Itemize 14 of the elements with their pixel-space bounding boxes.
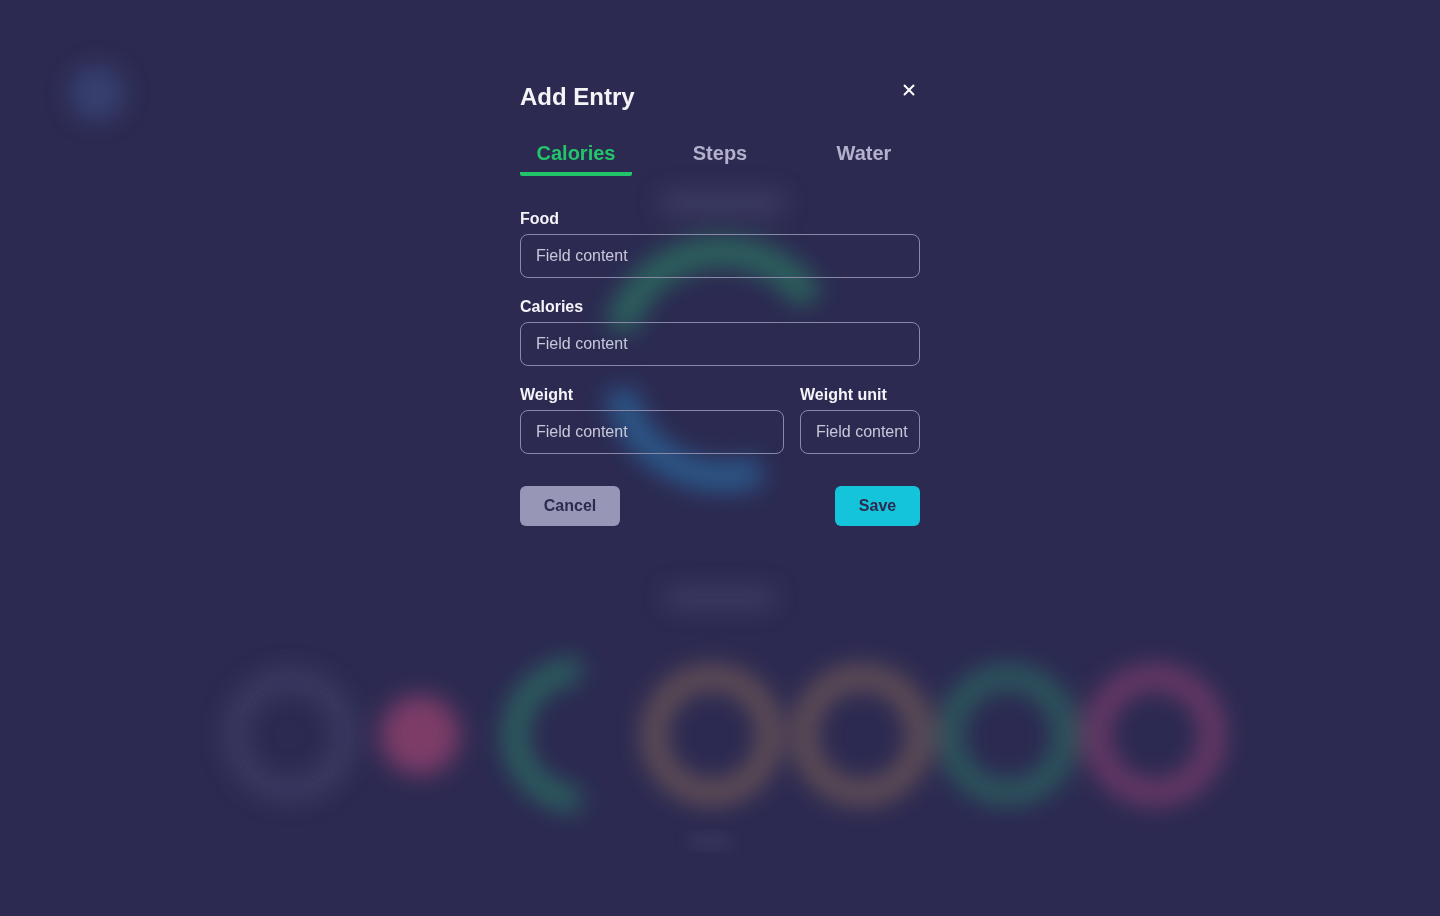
field-label: Weight unit [800, 386, 888, 404]
cancel-button[interactable]: Cancel [520, 486, 620, 526]
tab[interactable]: Water [808, 138, 920, 176]
tab[interactable]: Calories [520, 138, 632, 176]
dialog-title: Add Entry [520, 82, 635, 112]
input-field[interactable]: Field content [520, 322, 920, 366]
input-field[interactable]: Field content [520, 410, 784, 454]
tab[interactable]: Steps [664, 138, 776, 176]
field-label: Weight [520, 386, 575, 404]
field-label: Food [520, 210, 561, 228]
save-button[interactable]: Save [835, 486, 920, 526]
field-label: Calories [520, 298, 585, 316]
input-field[interactable]: Field content [800, 410, 920, 454]
input-field[interactable]: Field content [520, 234, 920, 278]
